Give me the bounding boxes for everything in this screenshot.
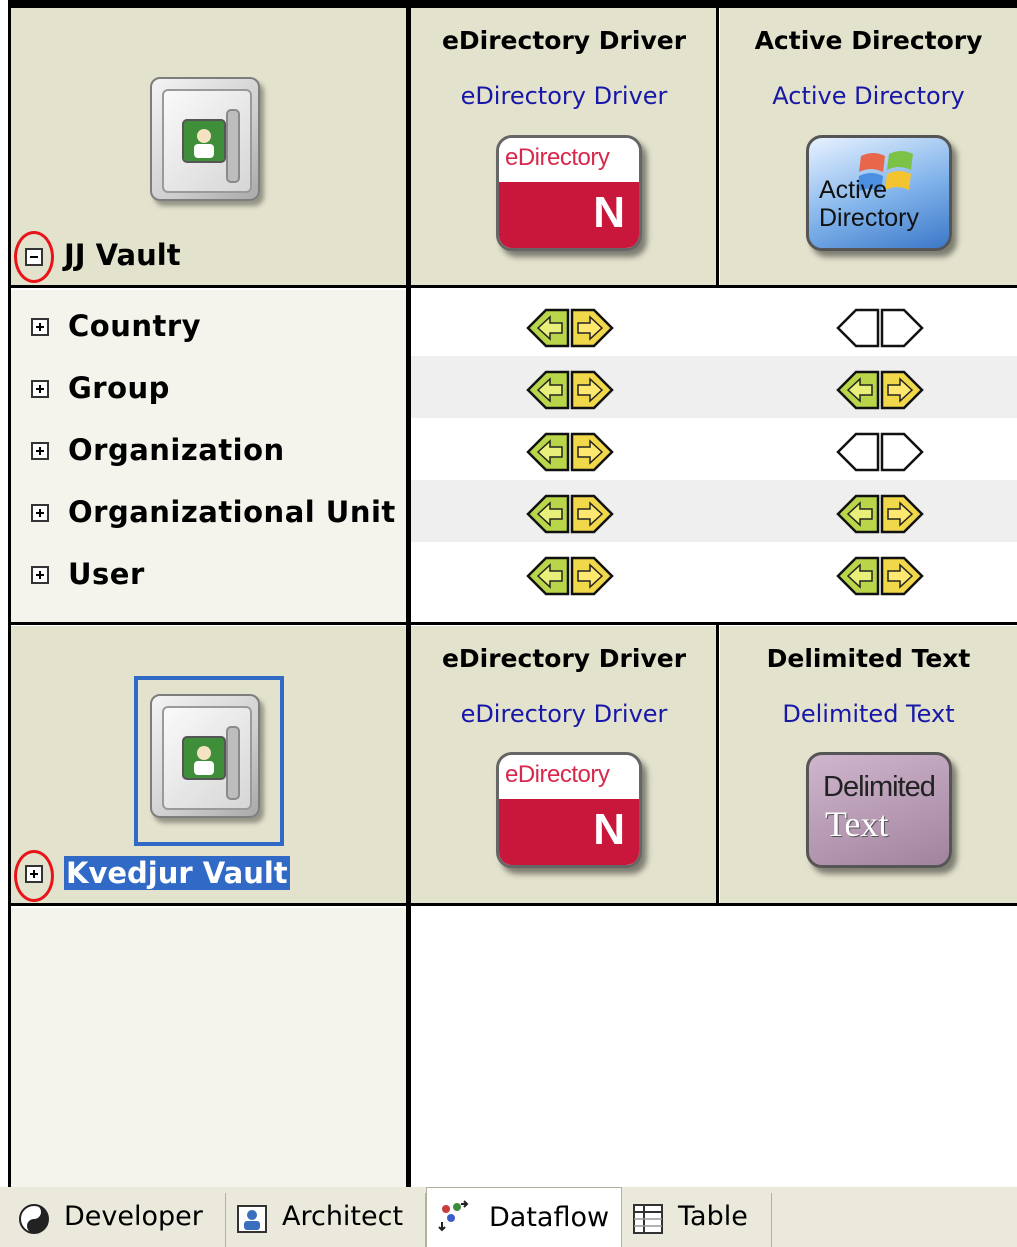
expand-icon[interactable] [31,442,49,460]
grid-line [716,624,719,906]
vault-name-kvedjur[interactable]: Kvedjur Vault [64,856,290,890]
class-row-label[interactable]: User [68,557,145,591]
driver-link[interactable]: Delimited Text [720,700,1017,728]
row-stripe [411,356,1017,418]
driver-title: eDirectory Driver [441,26,687,55]
sync-arrows-icon[interactable] [524,493,616,535]
grid-line [406,0,411,1190]
expand-icon[interactable] [31,504,49,522]
view-tab-bar: Developer Architect Dataflow Table [0,1187,1017,1247]
tab-architect[interactable]: Architect [226,1193,426,1247]
grid-line [716,0,719,288]
sync-arrows-icon[interactable] [834,369,926,411]
no-sync-arrows-icon[interactable] [834,307,926,349]
highlight-circle [14,231,54,283]
yin-yang-icon [19,1204,49,1234]
expand-icon[interactable] [31,566,49,584]
tab-dataflow[interactable]: Dataflow [426,1187,622,1247]
driver-title: Active Directory [754,26,983,55]
driver-title: eDirectory Driver [441,644,687,673]
grid-line [8,903,1017,906]
sync-arrows-icon[interactable] [834,555,926,597]
sync-arrows-icon[interactable] [524,431,616,473]
grid-line [8,622,1017,625]
expand-icon[interactable] [31,380,49,398]
row-stripe [411,480,1017,542]
empty-vault-area [10,908,407,1188]
sync-arrows-icon[interactable] [524,369,616,411]
sync-arrows-icon[interactable] [834,493,926,535]
tab-developer[interactable]: Developer [8,1193,226,1247]
dataflow-icon [438,1200,469,1232]
vault-icon[interactable] [150,77,260,201]
class-row-label[interactable]: Organizational Unit [68,495,396,529]
table-icon [633,1204,663,1234]
sync-arrows-icon[interactable] [524,307,616,349]
driver-link[interactable]: eDirectory Driver [411,700,717,728]
edirectory-icon[interactable]: eDirectory N [496,752,642,868]
no-sync-arrows-icon[interactable] [834,431,926,473]
tab-table[interactable]: Table [622,1193,772,1247]
driver-title: Delimited Text [766,644,971,673]
active-directory-icon[interactable]: Active Directory [806,135,952,251]
architect-icon [237,1205,267,1233]
sync-arrows-icon[interactable] [524,555,616,597]
grid-line [8,0,11,1190]
vault-icon[interactable] [150,694,260,818]
grid-line [8,285,1017,288]
class-row-label[interactable]: Group [68,371,170,405]
class-row-label[interactable]: Country [68,309,201,343]
vault-name-jj[interactable]: JJ Vault [64,238,181,272]
edirectory-icon[interactable]: eDirectory N [496,135,642,251]
expand-icon[interactable] [31,318,49,336]
class-row-label[interactable]: Organization [68,433,285,467]
driver-link[interactable]: eDirectory Driver [411,82,717,110]
grid-line [8,0,1017,8]
driver-link[interactable]: Active Directory [720,82,1017,110]
delimited-text-icon[interactable]: Delimited Text [806,752,952,868]
highlight-circle [14,850,54,902]
